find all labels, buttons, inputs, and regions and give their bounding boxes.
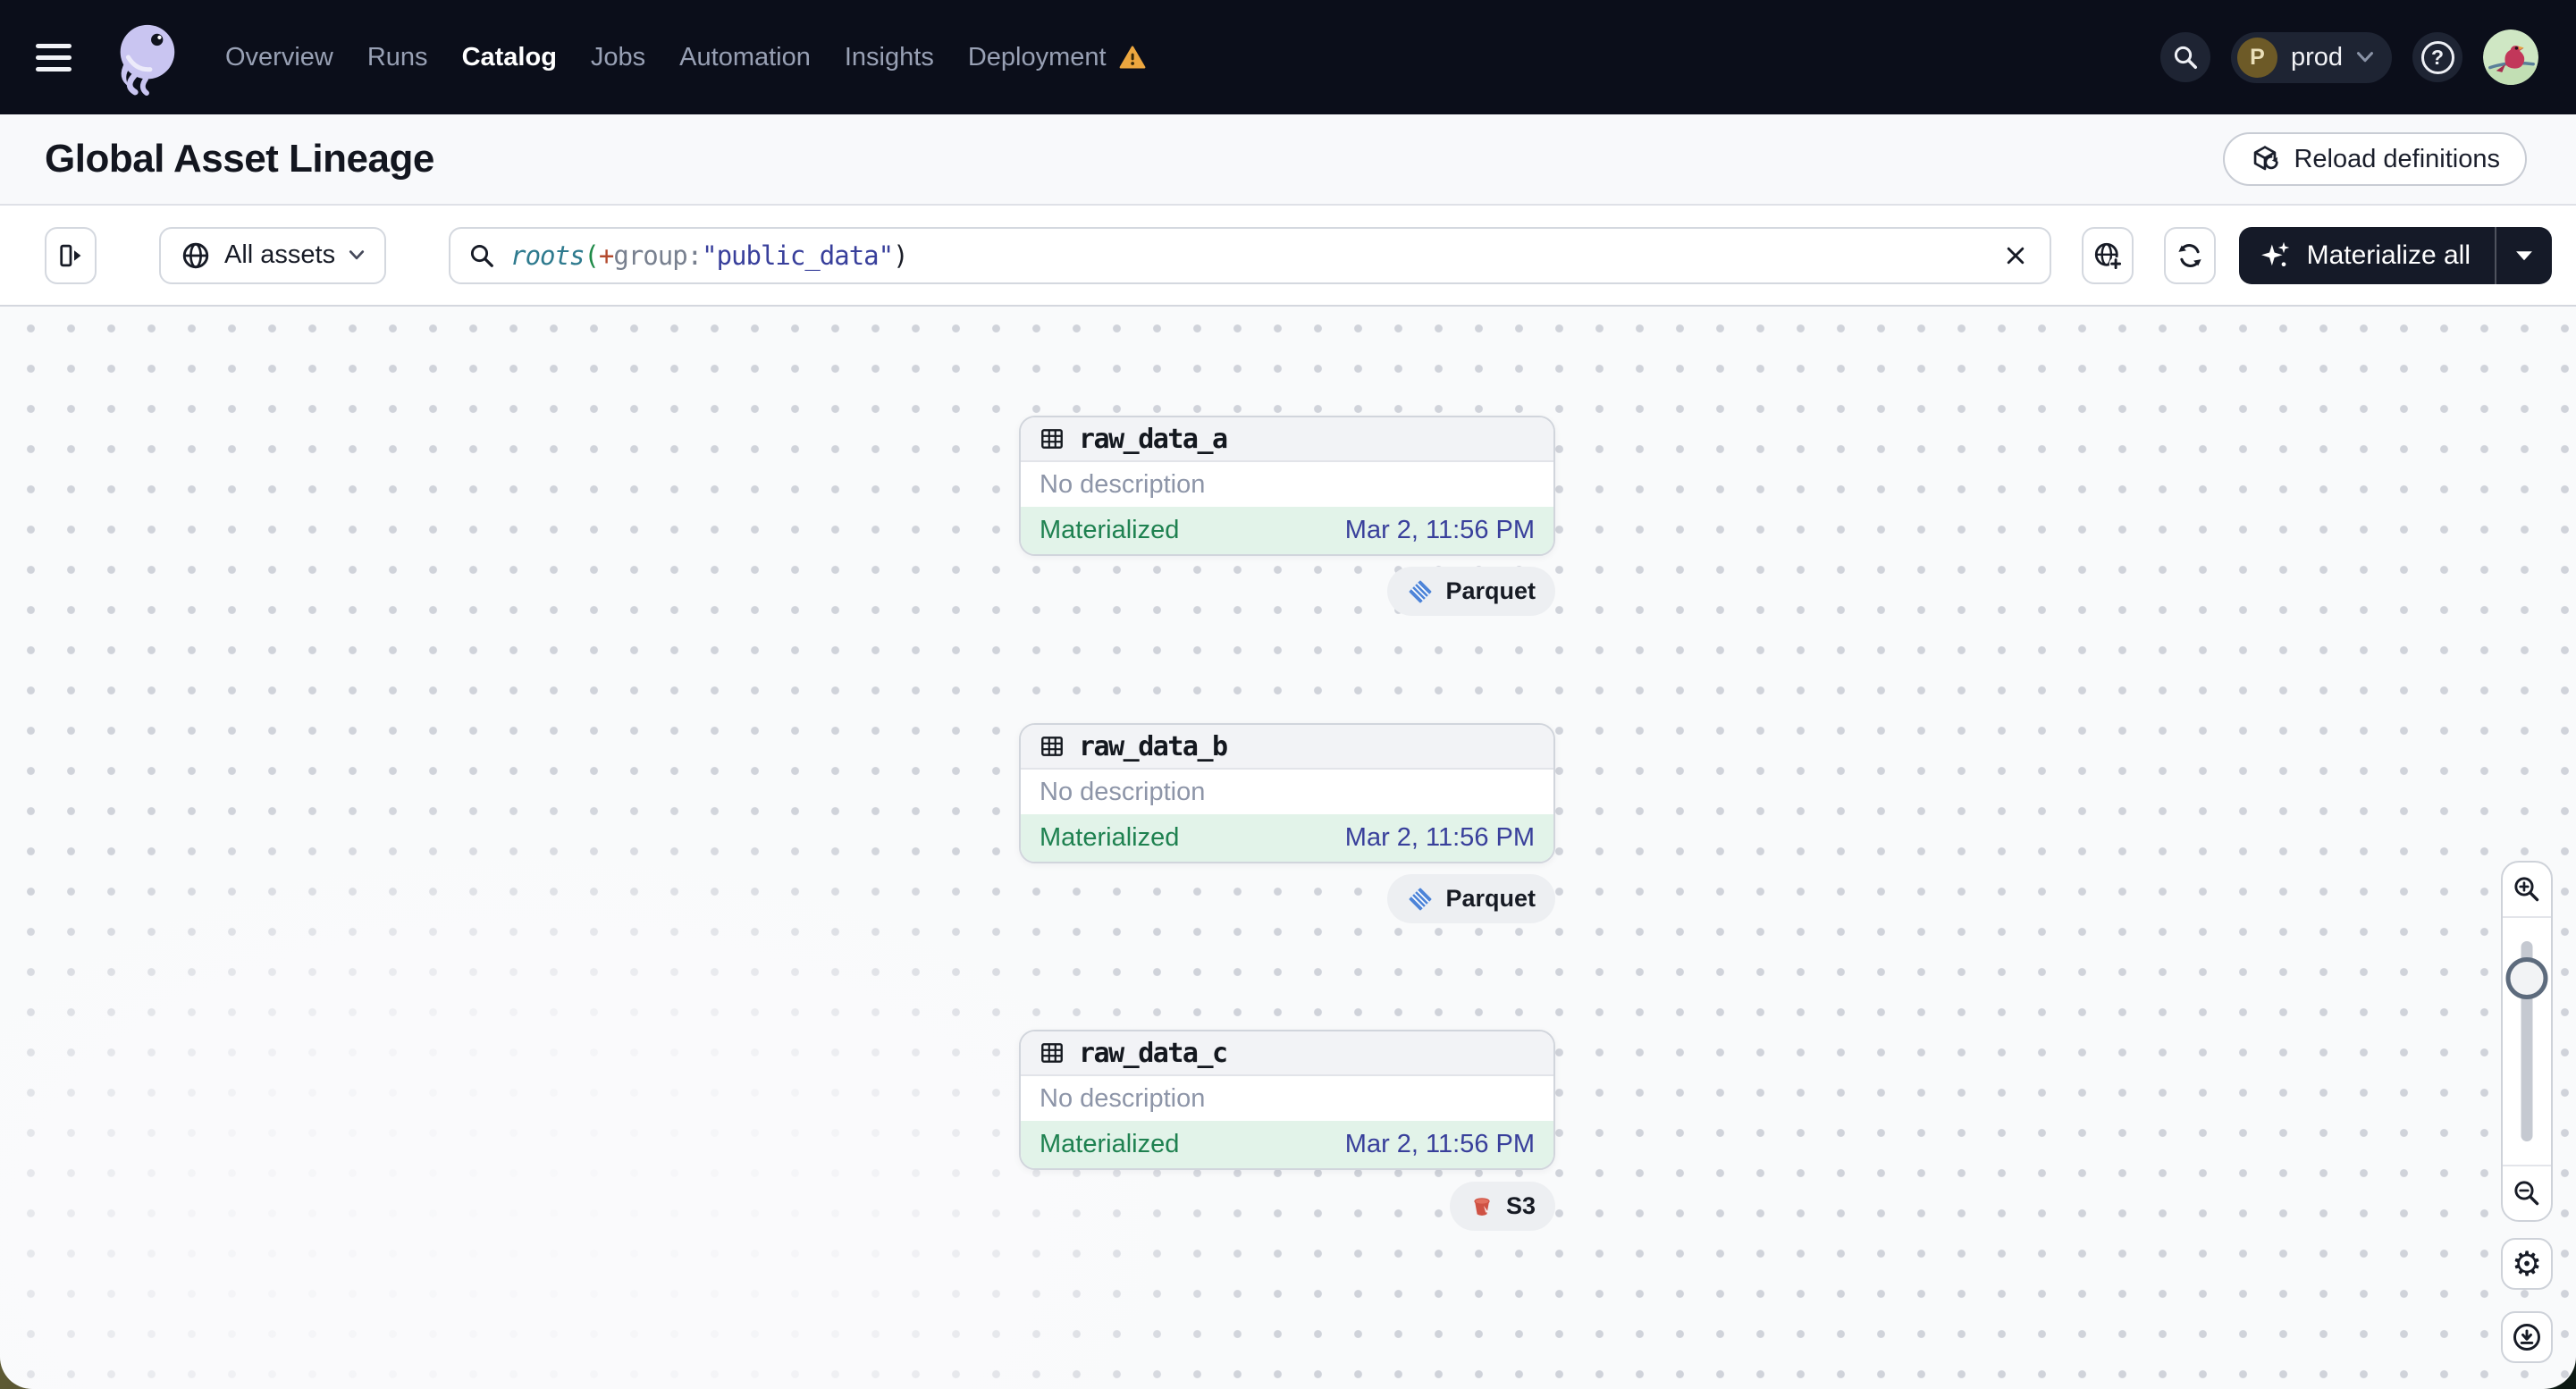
refresh-icon: [2177, 243, 2201, 267]
asset-name: raw_data_b: [1079, 730, 1228, 762]
asset-description: No description: [1040, 469, 1206, 499]
status-badge: Materialized: [1040, 823, 1180, 852]
zoom-in-icon: [2514, 877, 2539, 902]
download-image-button[interactable]: [2501, 1311, 2553, 1363]
status-badge: Materialized: [1040, 1130, 1180, 1158]
search-button[interactable]: [2159, 32, 2210, 82]
nav-item-catalog[interactable]: Catalog: [462, 43, 557, 72]
asset-description: No description: [1040, 777, 1206, 806]
asset-node-header: raw_data_c: [1021, 1031, 1553, 1076]
materialization-timestamp: Mar 2, 11:56 PM: [1344, 516, 1535, 544]
parquet-icon: [1410, 580, 1432, 602]
search-icon: [471, 244, 493, 267]
help-icon: ?: [2420, 40, 2454, 74]
lineage-graph-canvas[interactable]: raw_data_a No description Materialized M…: [0, 307, 2576, 1389]
lineage-toolbar: All assets roots(+group:"public_data") M…: [0, 206, 2576, 307]
zoom-controls: [2501, 861, 2553, 1222]
zoom-slider: [2503, 918, 2551, 1165]
nav-item-deployment[interactable]: Deployment: [968, 43, 1146, 72]
asset-scope-label: All assets: [224, 240, 336, 269]
kind-tag-parquet[interactable]: Parquet: [1387, 874, 1555, 923]
materialize-all-split-button: Materialize all: [2238, 226, 2552, 284]
view-selection-button[interactable]: [2081, 226, 2134, 284]
asset-node-raw-data-c[interactable]: raw_data_c No description Materialized M…: [1019, 1030, 1555, 1170]
user-avatar[interactable]: [2483, 29, 2538, 85]
kind-tag-parquet[interactable]: Parquet: [1387, 567, 1555, 616]
materialization-timestamp: Mar 2, 11:56 PM: [1344, 823, 1535, 852]
asset-status-row: Materialized Mar 2, 11:56 PM: [1021, 1121, 1553, 1168]
chevron-down-icon: [349, 250, 365, 260]
asset-selection-input[interactable]: roots(+group:"public_data"): [449, 226, 2051, 284]
materialize-all-button[interactable]: Materialize all: [2239, 227, 2495, 284]
zoom-slider-handle[interactable]: [2505, 957, 2548, 999]
asset-node-raw-data-a[interactable]: raw_data_a No description Materialized M…: [1019, 416, 1555, 556]
table-icon: [1041, 429, 1063, 449]
reload-definitions-label: Reload definitions: [2294, 144, 2500, 173]
search-icon: [2174, 46, 2197, 69]
parquet-icon: [1410, 888, 1432, 910]
warning-icon: [1119, 46, 1145, 69]
download-icon: [2513, 1324, 2540, 1351]
caret-down-icon: [2516, 250, 2532, 260]
nav-right-cluster: P prod ?: [2159, 29, 2538, 85]
hamburger-icon[interactable]: [36, 34, 82, 80]
page-title: Global Asset Lineage: [45, 137, 434, 181]
kind-tag-label: S3: [1505, 1192, 1536, 1219]
nav-item-automation[interactable]: Automation: [679, 43, 811, 72]
table-icon: [1041, 737, 1063, 756]
deployment-switcher[interactable]: P prod: [2230, 31, 2392, 83]
asset-node-header: raw_data_b: [1021, 725, 1553, 770]
asset-scope-dropdown[interactable]: All assets: [159, 226, 387, 284]
s3-icon: [1474, 1197, 1490, 1216]
clear-search-button[interactable]: [1994, 234, 2037, 277]
zoom-out-button[interactable]: [2503, 1165, 2551, 1220]
asset-node-raw-data-b[interactable]: raw_data_b No description Materialized M…: [1019, 723, 1555, 863]
asset-node-header: raw_data_a: [1021, 417, 1553, 462]
materialization-timestamp: Mar 2, 11:56 PM: [1344, 1130, 1535, 1158]
help-button[interactable]: ?: [2412, 32, 2462, 82]
nav-item-deployment-label: Deployment: [967, 42, 1107, 72]
materialize-all-label: Materialize all: [2306, 240, 2471, 270]
kind-tag-label: Parquet: [1445, 577, 1536, 604]
kind-tag-s3[interactable]: S3: [1449, 1182, 1555, 1231]
open-left-panel-button[interactable]: [45, 226, 97, 284]
status-badge: Materialized: [1040, 516, 1180, 544]
panel-toggle-icon: [60, 244, 81, 266]
nav-item-overview[interactable]: Overview: [225, 43, 333, 72]
page-header: Global Asset Lineage Reload definitions: [0, 114, 2576, 206]
dagster-app: Overview Runs Catalog Jobs Automation In…: [0, 0, 2576, 1389]
zoom-out-icon: [2514, 1181, 2539, 1206]
nav-item-insights[interactable]: Insights: [845, 43, 934, 72]
deployment-name: prod: [2290, 42, 2343, 72]
avatar-bird-icon: [2483, 29, 2538, 85]
top-nav: Overview Runs Catalog Jobs Automation In…: [0, 0, 2576, 114]
deployment-avatar: P: [2236, 37, 2277, 78]
sparkles-icon: [2260, 241, 2289, 266]
reload-definitions-button[interactable]: Reload definitions: [2223, 132, 2527, 186]
nav-item-runs[interactable]: Runs: [367, 43, 428, 72]
globe-add-icon: [2094, 242, 2122, 270]
refresh-button[interactable]: [2163, 226, 2216, 284]
kind-tag-label: Parquet: [1445, 885, 1536, 912]
zoom-in-button[interactable]: [2503, 863, 2551, 918]
materialize-options-button[interactable]: [2496, 227, 2552, 284]
asset-status-row: Materialized Mar 2, 11:56 PM: [1021, 507, 1553, 554]
nav-menu: Overview Runs Catalog Jobs Automation In…: [225, 43, 1146, 72]
nav-item-jobs[interactable]: Jobs: [591, 43, 645, 72]
asset-name: raw_data_a: [1079, 423, 1228, 455]
graph-settings-button[interactable]: ⚙: [2501, 1238, 2553, 1290]
dagster-logo[interactable]: [107, 19, 184, 96]
gear-icon: ⚙: [2511, 1244, 2543, 1284]
asset-selection-query: roots(+group:"public_data"): [510, 240, 908, 271]
table-icon: [1041, 1043, 1063, 1063]
reload-icon: [2254, 146, 2279, 171]
chevron-down-icon: [2357, 52, 2373, 63]
clear-icon: [2007, 247, 2024, 264]
asset-status-row: Materialized Mar 2, 11:56 PM: [1021, 814, 1553, 862]
asset-name: raw_data_c: [1079, 1037, 1228, 1069]
asset-description: No description: [1040, 1083, 1206, 1113]
globe-icon: [182, 242, 209, 268]
